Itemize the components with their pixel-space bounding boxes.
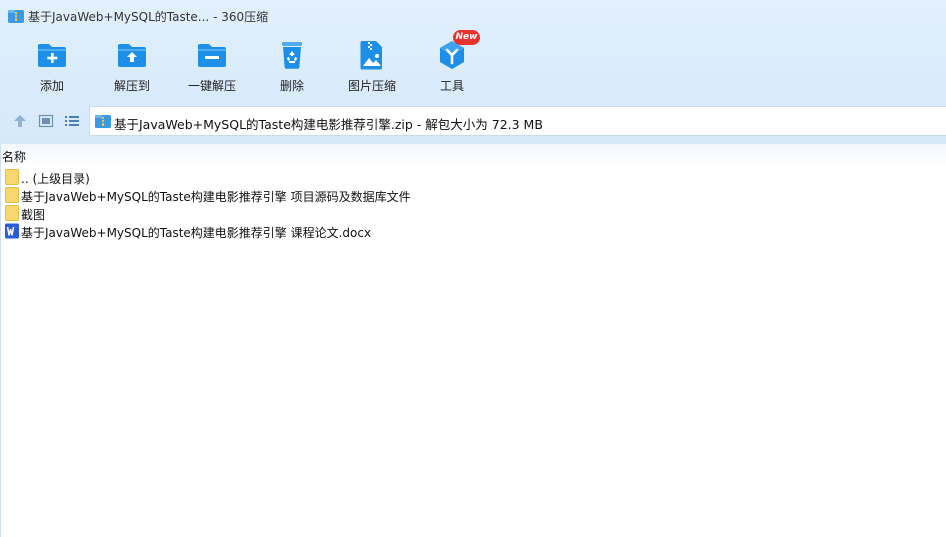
column-header: 名称 bbox=[0, 144, 946, 166]
extract-to-label: 解压到 bbox=[113, 79, 150, 93]
extract-to-button[interactable]: 解压到 bbox=[92, 36, 172, 98]
list-item[interactable]: 基于JavaWeb+MySQL的Taste构建电影推荐引擎 项目源码及数据库文件 bbox=[0, 186, 946, 204]
image-compress-icon bbox=[356, 39, 388, 71]
file-name: 截图 bbox=[21, 208, 46, 222]
tools-label: 工具 bbox=[439, 79, 464, 93]
list-item[interactable]: 基于JavaWeb+MySQL的Taste构建电影推荐引擎 课程论文.docx bbox=[0, 222, 946, 240]
add-folder-icon bbox=[36, 39, 68, 71]
add-button[interactable]: 添加 bbox=[12, 36, 92, 98]
delete-button[interactable]: 删除 bbox=[252, 36, 332, 98]
thumbnail-view-icon[interactable] bbox=[38, 113, 54, 129]
word-doc-icon bbox=[5, 223, 19, 239]
archive-icon bbox=[8, 9, 24, 23]
tools-button[interactable]: New 工具 bbox=[412, 30, 492, 98]
window-title: 基于JavaWeb+MySQL的Taste... - 360压缩 bbox=[28, 10, 269, 24]
archive-icon bbox=[95, 114, 111, 128]
list-view-icon[interactable] bbox=[64, 113, 80, 129]
delete-label: 删除 bbox=[279, 79, 304, 93]
extract-to-folder-icon bbox=[116, 39, 148, 71]
file-name: 基于JavaWeb+MySQL的Taste构建电影推荐引擎 项目源码及数据库文件 bbox=[21, 190, 411, 204]
title-bar: 基于JavaWeb+MySQL的Taste... - 360压缩 bbox=[0, 0, 946, 32]
folder-icon bbox=[5, 169, 19, 185]
image-compress-label: 图片压缩 bbox=[347, 79, 396, 93]
list-item[interactable]: 截图 bbox=[0, 204, 946, 222]
up-arrow-icon[interactable] bbox=[12, 113, 28, 129]
one-click-extract-button[interactable]: 一键解压 bbox=[172, 36, 252, 98]
file-name: 基于JavaWeb+MySQL的Taste构建电影推荐引擎 课程论文.docx bbox=[21, 226, 372, 240]
image-compress-button[interactable]: 图片压缩 bbox=[332, 36, 412, 98]
list-item-parent-directory[interactable]: .. (上级目录) bbox=[0, 168, 946, 186]
column-header-name[interactable]: 名称 bbox=[2, 148, 26, 165]
recycle-bin-icon bbox=[276, 39, 308, 71]
file-name: .. (上级目录) bbox=[21, 172, 90, 186]
one-click-extract-label: 一键解压 bbox=[187, 79, 236, 93]
address-field[interactable]: 基于JavaWeb+MySQL的Taste构建电影推荐引擎.zip - 解包大小… bbox=[89, 106, 946, 136]
address-text: 基于JavaWeb+MySQL的Taste构建电影推荐引擎.zip - 解包大小… bbox=[114, 117, 543, 132]
folder-icon bbox=[5, 205, 19, 221]
one-click-extract-icon bbox=[196, 39, 228, 71]
address-bar-row: 基于JavaWeb+MySQL的Taste构建电影推荐引擎.zip - 解包大小… bbox=[0, 106, 946, 136]
add-label: 添加 bbox=[39, 79, 64, 93]
folder-icon bbox=[5, 187, 19, 203]
new-badge: New bbox=[453, 30, 480, 45]
